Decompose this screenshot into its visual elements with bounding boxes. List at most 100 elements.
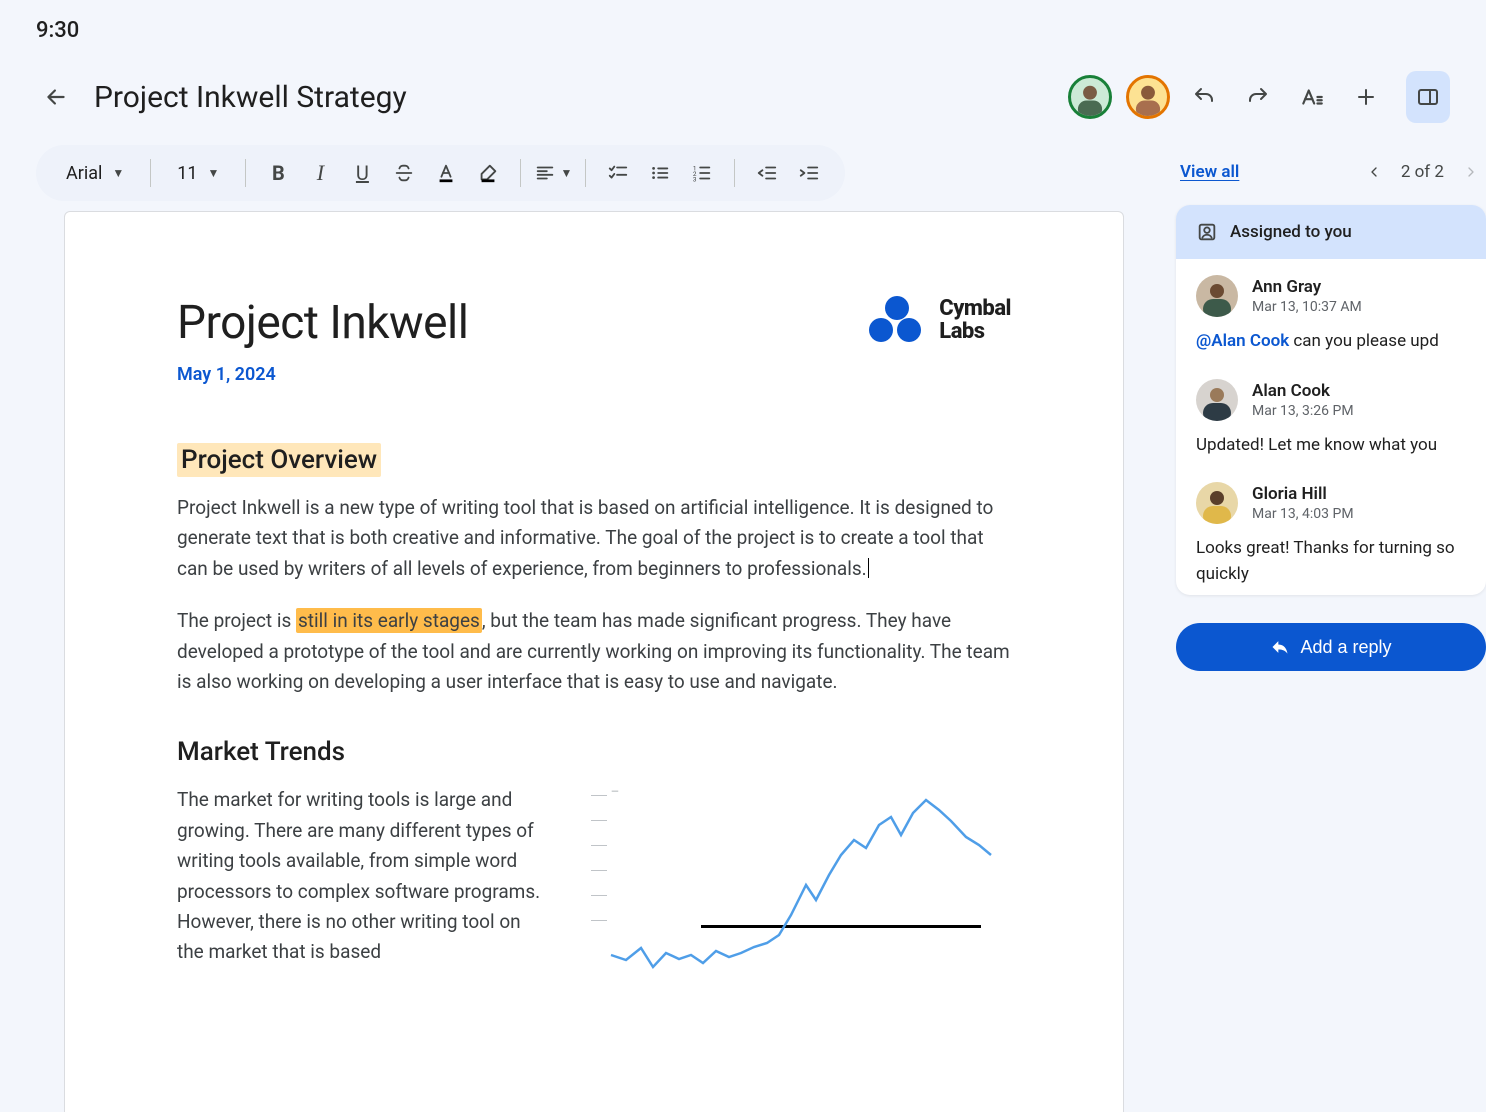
align-left-icon: [534, 162, 556, 184]
document-page[interactable]: Project Inkwell May 1, 2024 Cymbal Labs: [64, 211, 1124, 1112]
svg-text:3: 3: [693, 175, 697, 183]
assigned-icon: [1196, 221, 1218, 243]
italic-button[interactable]: I: [300, 153, 340, 193]
view-all-comments-link[interactable]: View all: [1180, 162, 1239, 182]
toolbar-separator: [734, 159, 735, 187]
outdent-button[interactable]: [747, 153, 787, 193]
collaborator-avatar[interactable]: [1068, 75, 1112, 119]
header: Project Inkwell Strategy: [0, 43, 1486, 145]
side-panel-toggle[interactable]: [1406, 71, 1450, 123]
text-format-button[interactable]: [1292, 77, 1332, 117]
avatar: [1196, 275, 1238, 317]
chevron-right-icon: [1463, 164, 1479, 180]
doc-date[interactable]: May 1, 2024: [177, 364, 468, 385]
bold-button[interactable]: B: [258, 153, 298, 193]
avatar: [1196, 379, 1238, 421]
side-panel-icon: [1416, 85, 1440, 109]
comment-author: Ann Gray: [1252, 277, 1362, 297]
chevron-down-icon: ▼: [112, 166, 124, 180]
text-format-icon: [1299, 84, 1325, 110]
insert-button[interactable]: [1346, 77, 1386, 117]
svg-text:2: 2: [693, 170, 697, 178]
doc-paragraph[interactable]: The market for writing tools is large an…: [177, 785, 551, 967]
brand-logo-icon: [869, 296, 925, 344]
comment-timestamp: Mar 13, 3:26 PM: [1252, 403, 1354, 419]
trend-chart: —: [591, 785, 1011, 985]
comment-body: @Alan Cook can you please upd: [1196, 329, 1466, 355]
arrow-left-icon: [43, 84, 69, 110]
indent-button[interactable]: [789, 153, 829, 193]
doc-h2-market[interactable]: Market Trends: [177, 737, 1011, 767]
toolbar-separator: [150, 159, 151, 187]
bullet-list-button[interactable]: [640, 153, 680, 193]
undo-icon: [1192, 85, 1216, 109]
brand-name-line1: Cymbal: [939, 297, 1011, 320]
strikethrough-button[interactable]: [384, 153, 424, 193]
doc-paragraph[interactable]: The project is still in its early stages…: [177, 606, 1011, 697]
comment-item[interactable]: Alan Cook Mar 13, 3:26 PM Updated! Let m…: [1176, 363, 1486, 467]
toolbar-separator: [585, 159, 586, 187]
collaborator-avatar[interactable]: [1126, 75, 1170, 119]
text-color-icon: [435, 162, 457, 184]
assigned-banner: Assigned to you: [1176, 205, 1486, 259]
text-color-button[interactable]: [426, 153, 466, 193]
align-button[interactable]: ▼: [533, 153, 573, 193]
document-title[interactable]: Project Inkwell Strategy: [94, 80, 1050, 115]
comment-item[interactable]: Gloria Hill Mar 13, 4:03 PM Looks great!…: [1176, 466, 1486, 595]
toolbar-separator: [520, 159, 521, 187]
format-toolbar: Arial ▼ 11 ▼ B I U: [36, 145, 845, 201]
highlight-color-button[interactable]: [468, 153, 508, 193]
chevron-left-icon: [1366, 164, 1382, 180]
comment-thread[interactable]: Assigned to you Ann Gray Mar 13, 10:37 A…: [1176, 205, 1486, 595]
font-family-select[interactable]: Arial ▼: [52, 153, 138, 193]
underline-button[interactable]: U: [342, 153, 382, 193]
chevron-down-icon: ▼: [208, 166, 220, 180]
commented-text-highlight[interactable]: still in its early stages: [296, 608, 482, 633]
comment-author: Gloria Hill: [1252, 484, 1354, 504]
highlighter-icon: [477, 162, 499, 184]
comment-timestamp: Mar 13, 4:03 PM: [1252, 506, 1354, 522]
redo-button[interactable]: [1238, 77, 1278, 117]
font-size-value: 11: [177, 163, 197, 184]
add-reply-button[interactable]: Add a reply: [1176, 623, 1486, 671]
numbered-list-button[interactable]: 123: [682, 153, 722, 193]
line-chart-path: [591, 785, 1011, 985]
editor-canvas[interactable]: Project Inkwell May 1, 2024 Cymbal Labs: [36, 211, 1152, 1112]
indent-icon: [798, 162, 820, 184]
brand-name-line2: Labs: [939, 320, 1011, 343]
comment-body: Updated! Let me know what you: [1196, 433, 1466, 459]
bullet-list-icon: [649, 162, 671, 184]
pager-label: 2 of 2: [1401, 162, 1444, 182]
status-bar: 9:30: [0, 0, 1486, 43]
doc-h2-overview[interactable]: Project Overview: [177, 445, 1011, 475]
comments-pager: 2 of 2: [1359, 157, 1486, 187]
font-family-value: Arial: [66, 163, 102, 184]
clock: 9:30: [36, 18, 79, 43]
numbered-list-icon: 123: [691, 162, 713, 184]
strikethrough-icon: [393, 162, 415, 184]
redo-icon: [1246, 85, 1270, 109]
mention[interactable]: @Alan Cook: [1196, 331, 1289, 351]
checklist-icon: [607, 162, 629, 184]
next-comment-button[interactable]: [1456, 157, 1486, 187]
comments-panel: View all 2 of 2 Assigned to you: [1176, 145, 1486, 1112]
undo-button[interactable]: [1184, 77, 1224, 117]
back-button[interactable]: [36, 77, 76, 117]
doc-h1[interactable]: Project Inkwell: [177, 296, 468, 350]
font-size-select[interactable]: 11 ▼: [163, 153, 233, 193]
comment-timestamp: Mar 13, 10:37 AM: [1252, 299, 1362, 315]
chevron-down-icon: ▼: [560, 166, 572, 180]
outdent-icon: [756, 162, 778, 184]
checklist-button[interactable]: [598, 153, 638, 193]
avatar: [1196, 482, 1238, 524]
brand-lockup: Cymbal Labs: [869, 296, 1011, 344]
comment-item[interactable]: Ann Gray Mar 13, 10:37 AM @Alan Cook can…: [1176, 259, 1486, 363]
reply-icon: [1270, 637, 1290, 657]
toolbar-separator: [245, 159, 246, 187]
prev-comment-button[interactable]: [1359, 157, 1389, 187]
svg-text:1: 1: [693, 164, 697, 172]
comment-body: Looks great! Thanks for turning so quick…: [1196, 536, 1466, 587]
plus-icon: [1354, 85, 1378, 109]
comment-author: Alan Cook: [1252, 381, 1354, 401]
doc-paragraph[interactable]: Project Inkwell is a new type of writing…: [177, 493, 1011, 584]
